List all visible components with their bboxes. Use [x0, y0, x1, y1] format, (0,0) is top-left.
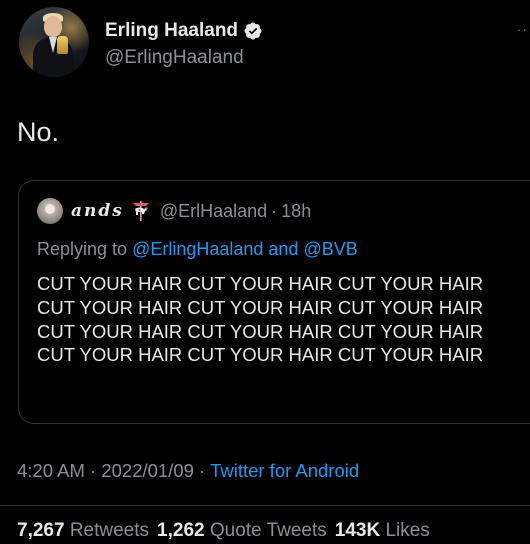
quote-tweets-count: 1,262: [157, 520, 205, 541]
replying-to-prefix: Replying to: [37, 239, 133, 259]
quoted-tweet-time[interactable]: 18h: [281, 201, 311, 222]
avatar-figure-head: [44, 16, 62, 37]
replying-to-line: Replying to @ErlingHaaland and @BVB: [37, 237, 358, 261]
mention-erlinghaaland-link[interactable]: @ErlingHaaland: [132, 239, 263, 259]
author-handle[interactable]: @ErlingHaaland: [105, 46, 244, 70]
author-avatar[interactable]: [19, 7, 89, 77]
carousel-horse-icon: [130, 200, 152, 222]
quote-tweets-label: Quote Tweets: [209, 520, 327, 541]
quoted-header-separator: ·: [271, 200, 278, 221]
engagement-stats: 7,267 Retweets 1,262 Quote Tweets 143K Lik…: [17, 518, 438, 544]
avatar-trophy: [57, 36, 68, 54]
likes-stat[interactable]: 143K Likes: [335, 520, 438, 541]
author-name-row: Erling Haaland: [105, 18, 263, 44]
mention-bvb-link[interactable]: @BVB: [303, 239, 357, 259]
quoted-author-avatar[interactable]: [37, 198, 63, 224]
tweet-metadata: 4:20 AM · 2022/01/09 · Twitter for Andro…: [17, 458, 359, 484]
quoted-author-display-name[interactable]: ands: [71, 201, 124, 221]
verified-badge-icon: [243, 21, 263, 41]
stats-divider: [0, 505, 530, 506]
tweet-timestamp[interactable]: 4:20 AM: [17, 460, 85, 481]
replying-and-text: and: [263, 239, 304, 259]
retweets-stat[interactable]: 7,267 Retweets: [17, 520, 157, 541]
tweet-date[interactable]: 2022/01/09: [101, 460, 194, 481]
quoted-author-handle[interactable]: @ErlHaaland: [160, 201, 267, 222]
likes-label: Likes: [385, 520, 430, 541]
quoted-tweet-text: CUT YOUR HAIR CUT YOUR HAIR CUT YOUR HAI…: [37, 273, 484, 366]
quoted-tweet-card[interactable]: ands @ErlHaaland · 18h Replying to @Erli…: [18, 180, 530, 424]
meta-separator: ·: [90, 460, 97, 481]
quoted-tweet-header: ands @ErlHaaland · 18h: [37, 198, 311, 224]
tweet-detail-view: Erling Haaland @ErlingHaaland ·· No. and…: [0, 0, 530, 544]
meta-separator-2: ·: [199, 460, 206, 481]
retweets-count: 7,267: [17, 520, 65, 541]
tweet-source-link[interactable]: Twitter for Android: [210, 460, 359, 481]
likes-count: 143K: [334, 520, 381, 541]
quote-tweets-stat[interactable]: 1,262 Quote Tweets: [157, 520, 335, 541]
more-options-icon[interactable]: ··: [517, 22, 528, 36]
tweet-text: No.: [17, 117, 60, 147]
retweets-label: Retweets: [69, 520, 150, 541]
author-display-name[interactable]: Erling Haaland: [105, 18, 238, 44]
